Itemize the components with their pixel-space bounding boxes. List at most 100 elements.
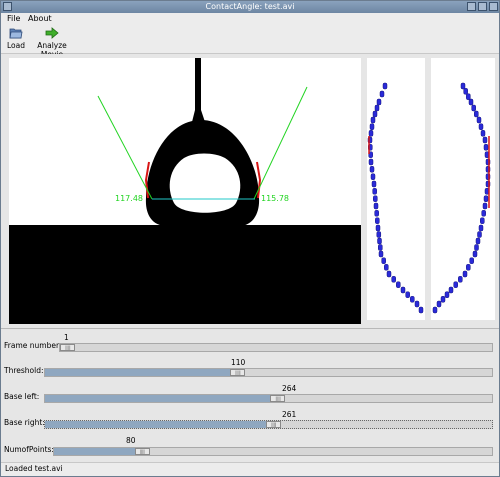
contour-point <box>405 291 410 298</box>
contour-point <box>378 244 383 251</box>
contour-point <box>482 136 488 144</box>
contour-point <box>379 90 385 98</box>
threshold-value: 110 <box>231 358 246 367</box>
contour-point <box>480 217 485 224</box>
base-right-fill <box>45 421 273 428</box>
contour-point <box>483 195 489 202</box>
right-angle-label: 115.78 <box>261 194 289 203</box>
toolbar: Load Analyze Movie <box>1 25 499 59</box>
contour-point <box>376 98 382 106</box>
substrate <box>9 225 361 324</box>
application-window: ContactAngle: test.avi File About Load A… <box>0 0 500 477</box>
contour-point <box>373 195 378 202</box>
threshold-label: Threshold: <box>4 366 44 375</box>
status-text: Loaded test.avi <box>5 464 63 473</box>
num-points-handle[interactable]: |||||| <box>134 448 150 455</box>
contour-point <box>444 291 450 298</box>
droplet-highlight <box>169 153 241 213</box>
contour-point <box>376 231 382 238</box>
base-right-slider[interactable]: |||||| <box>44 420 493 429</box>
frame-number-label: Frame number: <box>4 341 62 350</box>
frame-number-value: 1 <box>64 333 69 342</box>
threshold-handle[interactable]: |||||| <box>230 369 246 376</box>
contour-point <box>375 217 380 224</box>
frame-number-handle[interactable]: |||||| <box>60 344 75 351</box>
contour-point <box>377 237 382 245</box>
contour-point <box>418 306 424 314</box>
menu-about[interactable]: About <box>28 13 52 25</box>
droplet-image-view: 117.48 115.78 <box>9 58 361 324</box>
contour-point <box>372 110 378 118</box>
contour-point <box>368 130 374 137</box>
contour-point <box>453 281 458 288</box>
contour-point <box>432 306 438 314</box>
image-panel: 117.48 115.78 <box>1 54 499 328</box>
status-bar: Loaded test.avi <box>1 462 499 476</box>
contour-point <box>436 300 442 308</box>
contour-point <box>396 281 401 288</box>
contour-point <box>373 202 379 210</box>
contour-point <box>474 244 479 251</box>
threshold-slider[interactable]: |||||| <box>44 368 493 377</box>
contour-point <box>458 276 463 283</box>
contour-point <box>368 158 374 166</box>
base-right-handle[interactable]: |||||| <box>265 421 281 428</box>
num-points-value: 80 <box>126 436 136 445</box>
base-left-handle[interactable]: |||||| <box>270 395 286 402</box>
contour-point <box>410 296 415 303</box>
contour-point <box>471 104 476 112</box>
base-left-value: 264 <box>282 384 297 393</box>
contour-point <box>414 300 420 308</box>
base-left-label: Base left: <box>4 392 40 401</box>
contour-point <box>481 210 486 217</box>
contour-point <box>374 210 379 217</box>
window-title: ContactAngle: test.avi <box>205 2 295 11</box>
base-left-fill <box>45 395 278 402</box>
contour-view <box>367 58 495 324</box>
menu-file[interactable]: File <box>7 13 20 25</box>
contour-point <box>372 188 377 195</box>
contour-point <box>370 173 376 180</box>
contour-point <box>462 270 468 278</box>
contour-point <box>480 130 486 137</box>
num-points-slider[interactable]: |||||| <box>53 447 493 456</box>
minimize-icon[interactable] <box>467 2 476 11</box>
contour-point <box>391 276 396 283</box>
folder-open-icon <box>9 27 23 39</box>
panel-separator <box>1 328 499 329</box>
num-points-fill <box>54 448 142 455</box>
contour-point <box>400 286 406 294</box>
title-bar: ContactAngle: test.avi <box>1 1 499 13</box>
contour-point <box>370 116 376 124</box>
threshold-fill <box>45 369 238 376</box>
base-right-value: 261 <box>282 410 297 419</box>
contour-point <box>483 144 489 151</box>
contour-point <box>384 264 389 271</box>
load-label: Load <box>7 41 25 50</box>
needle <box>195 58 201 112</box>
frame-number-slider[interactable]: |||||| <box>59 343 493 352</box>
maximize-icon[interactable] <box>478 2 487 11</box>
contour-point <box>469 257 474 264</box>
contour-point <box>381 257 386 264</box>
left-angle-label: 117.48 <box>115 194 143 203</box>
contour-point <box>369 166 375 173</box>
contour-point <box>482 202 488 210</box>
contour-point <box>460 82 466 90</box>
contour-point <box>448 286 454 294</box>
contour-point <box>463 88 468 95</box>
base-right-label: Base right: <box>4 418 45 427</box>
contour-point <box>375 224 381 232</box>
contour-point <box>374 104 380 112</box>
close-icon[interactable] <box>489 2 498 11</box>
green-arrow-icon <box>45 27 59 39</box>
contour-point <box>466 93 471 100</box>
window-menu-icon[interactable] <box>3 2 12 11</box>
contour-point <box>476 116 482 124</box>
contour-point <box>386 270 392 278</box>
contour-point <box>468 98 474 106</box>
contour-point <box>466 264 471 271</box>
load-button[interactable]: Load <box>5 27 27 50</box>
contour-point <box>382 82 388 90</box>
base-left-slider[interactable]: |||||| <box>44 394 493 403</box>
